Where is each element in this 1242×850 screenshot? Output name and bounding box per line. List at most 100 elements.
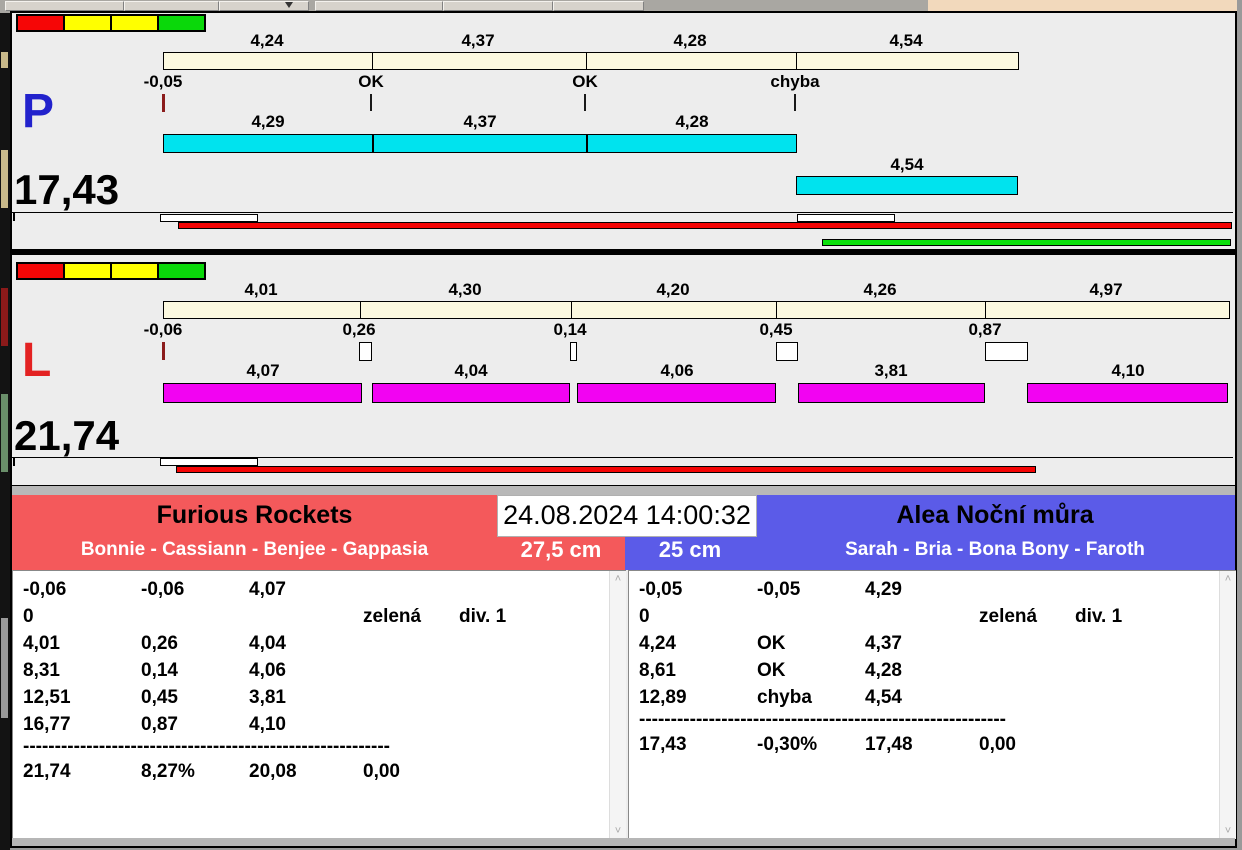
screen-right-edge <box>1237 0 1242 850</box>
result-separator: ----------------------------------------… <box>639 711 1006 730</box>
scroll-up-icon[interactable]: ˄ <box>1220 571 1236 587</box>
result-cell: 8,31 <box>23 660 60 681</box>
change-marker-gap <box>570 342 577 361</box>
result-cell <box>979 657 1075 684</box>
result-row: 4,01 0,26 4,04 <box>23 630 609 657</box>
result-total-cell: 17,43 <box>639 734 687 755</box>
team-split-segment <box>164 302 360 318</box>
background-window-sliver <box>0 0 10 850</box>
change-marker-ok <box>370 94 372 111</box>
change-marker-label: 0,14 <box>553 320 587 339</box>
result-total-cell: 21,74 <box>23 761 71 782</box>
scrollbar[interactable]: ˄ ˅ <box>1219 571 1236 839</box>
dog-time-label: 4,06 <box>660 361 694 380</box>
result-total-cell: 20,08 <box>249 761 297 782</box>
result-cell <box>1075 657 1219 684</box>
result-cell <box>459 657 609 684</box>
result-row: 16,77 0,87 4,10 <box>23 711 609 738</box>
team-dogs-left: Bonnie - Cassiann - Benjee - Gappasia <box>80 539 429 560</box>
team-name-right: Alea Noční můra <box>896 501 1094 529</box>
team-split-label: 4,30 <box>448 280 482 299</box>
dog-time-bar <box>796 176 1018 195</box>
result-row: -0,05 -0,05 4,29 <box>639 576 1219 603</box>
result-row: 0 zelená div. 1 <box>639 603 1219 630</box>
toolbar-segment[interactable] <box>5 1 124 11</box>
result-cell: -0,06 <box>141 579 185 600</box>
result-row: 12,51 0,45 3,81 <box>23 684 609 711</box>
dog-time-label: 4,37 <box>463 112 497 131</box>
dog-time-bar <box>373 134 587 153</box>
result-cell: 4,29 <box>865 579 902 600</box>
change-marker-gap <box>985 342 1028 361</box>
result-cell: 3,81 <box>249 687 286 708</box>
result-cell <box>1075 684 1219 711</box>
dog-time-label: 4,04 <box>454 361 488 380</box>
scroll-down-icon[interactable]: ˅ <box>610 823 626 839</box>
change-marker-label: OK <box>572 72 598 91</box>
team-split-segment <box>776 302 985 318</box>
toolbar-segment[interactable] <box>553 1 644 11</box>
result-row: 12,89 chyba 4,54 <box>639 684 1219 711</box>
lane-panel-p: P 17,43 4,24 4,37 4,28 4,54 -0,05 OK OK chyba 4,29… <box>12 14 1235 249</box>
change-marker-start <box>162 94 165 112</box>
background-fragment <box>1 52 8 68</box>
team-split-label: 4,24 <box>250 31 284 50</box>
result-cell <box>363 711 459 738</box>
result-cell: chyba <box>757 687 812 708</box>
dog-time-label: 4,07 <box>246 361 280 380</box>
toolbar-segment[interactable] <box>315 1 443 11</box>
result-row: 4,24 OK 4,37 <box>639 630 1219 657</box>
result-cell: zelená <box>979 606 1038 627</box>
change-marker-gap <box>359 342 372 361</box>
progress-bar-red <box>178 222 1232 229</box>
team-split-bar <box>163 301 1230 319</box>
result-total-cell: 0,00 <box>363 761 400 782</box>
result-cell: 0,26 <box>141 633 178 654</box>
section-separator <box>12 486 1235 495</box>
toolbar-segment[interactable] <box>124 1 219 11</box>
change-marker-label: -0,06 <box>143 320 183 339</box>
result-cell <box>1075 576 1219 603</box>
result-cell <box>757 603 865 630</box>
progress-bar-red <box>176 466 1036 473</box>
window-bottom-strip <box>12 838 1235 846</box>
result-cell: 16,77 <box>23 714 71 735</box>
result-cell: 4,07 <box>249 579 286 600</box>
result-cell: div. 1 <box>1075 606 1123 627</box>
result-cell: -0,05 <box>757 579 801 600</box>
result-cell <box>249 603 363 630</box>
dog-time-bar <box>1027 383 1228 403</box>
status-light <box>16 14 65 32</box>
dog-time-bar <box>587 134 797 153</box>
lane-total-time: 21,74 <box>14 412 120 459</box>
scrollbar[interactable]: ˄ ˅ <box>609 571 626 839</box>
team-split-label: 4,01 <box>244 280 278 299</box>
result-cell: 4,04 <box>249 633 286 654</box>
dog-time-label: 4,10 <box>1111 361 1145 380</box>
dog-time-bar <box>163 383 362 403</box>
status-light <box>157 14 206 32</box>
dropdown-arrow-icon[interactable] <box>285 2 293 8</box>
result-cell: OK <box>757 633 786 654</box>
team-height-left: 27,5 cm <box>520 537 602 562</box>
result-cell: 0,87 <box>141 714 178 735</box>
team-split-segment <box>372 53 586 69</box>
toolbar-segment[interactable] <box>219 1 309 11</box>
scroll-down-icon[interactable]: ˅ <box>1220 823 1236 839</box>
result-cell: 4,24 <box>639 633 676 654</box>
result-total-row: 21,74 8,27% 20,08 0,00 <box>23 758 609 785</box>
change-marker-label: OK <box>358 72 384 91</box>
result-cell: 4,10 <box>249 714 286 735</box>
result-cell <box>979 576 1075 603</box>
result-cell: 0 <box>23 606 34 627</box>
scroll-up-icon[interactable]: ˄ <box>610 571 626 587</box>
status-light <box>110 262 159 280</box>
result-row: 8,61 OK 4,28 <box>639 657 1219 684</box>
dog-time-label: 4,28 <box>675 112 709 131</box>
result-row: -0,06 -0,06 4,07 <box>23 576 609 603</box>
status-lights <box>16 262 206 280</box>
toolbar-segment[interactable] <box>443 1 553 11</box>
status-light <box>157 262 206 280</box>
result-rows-left: -0,06 -0,06 4,07 0 zelená div. 1 4,01 0,26 4,04 8… <box>13 576 609 839</box>
result-cell <box>1075 630 1219 657</box>
